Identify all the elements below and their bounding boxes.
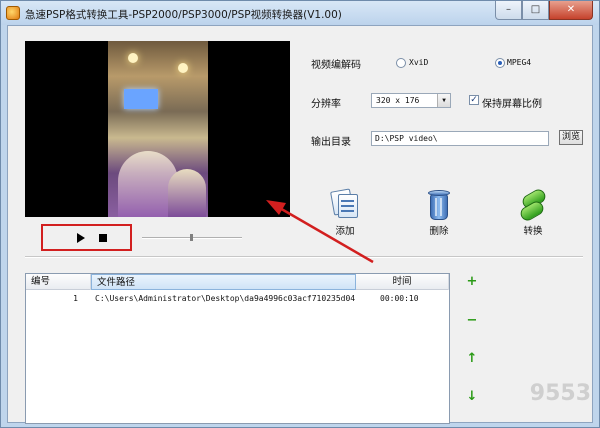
output-dir-label: 输出目录 xyxy=(311,137,351,148)
window-controls: – □ ✕ xyxy=(495,1,593,20)
main-panel: 视频编解码 XviD MPEG4 分辨率 320 x 176 ▼ ✓ 保持屏幕比… xyxy=(7,25,593,424)
convert-button-label: 转换 xyxy=(523,226,543,237)
codec-radio-mpeg4[interactable] xyxy=(495,58,505,68)
resolution-select[interactable]: 320 x 176 ▼ xyxy=(371,93,451,108)
browse-button[interactable]: 浏览 xyxy=(559,130,583,145)
add-button-label: 添加 xyxy=(335,226,355,237)
seek-slider[interactable] xyxy=(142,234,242,241)
close-button[interactable]: ✕ xyxy=(549,1,593,20)
minimize-button[interactable]: – xyxy=(495,1,522,20)
arrow-down-icon[interactable]: ↓ xyxy=(466,390,478,403)
add-file-icon xyxy=(328,188,362,222)
window-title: 急速PSP格式转换工具-PSP2000/PSP3000/PSP视频转换器(V1.… xyxy=(25,9,342,21)
app-window: 急速PSP格式转换工具-PSP2000/PSP3000/PSP视频转换器(V1.… xyxy=(0,0,600,428)
codec-option-mpeg4: MPEG4 xyxy=(507,58,532,67)
keep-ratio-checkbox[interactable]: ✓ xyxy=(469,95,479,105)
seek-thumb[interactable] xyxy=(190,234,193,241)
watermark-logo: 9553 xyxy=(529,381,591,406)
delete-button[interactable]: 删除 xyxy=(417,188,461,237)
convert-icon xyxy=(516,186,550,224)
stop-icon[interactable] xyxy=(99,234,107,242)
convert-button[interactable]: 转换 xyxy=(511,186,555,237)
column-header-index[interactable]: 编号 xyxy=(26,274,91,290)
column-header-path[interactable]: 文件路径 xyxy=(91,274,356,290)
add-button[interactable]: 添加 xyxy=(323,188,367,237)
arrow-up-icon[interactable]: ↑ xyxy=(466,352,478,365)
codec-radio-xvid[interactable] xyxy=(396,58,406,68)
plus-icon[interactable]: + xyxy=(466,275,478,288)
trash-icon xyxy=(422,188,456,222)
output-dir-field[interactable]: D:\PSP video\ xyxy=(371,131,549,146)
codec-label: 视频编解码 xyxy=(311,60,361,71)
app-icon xyxy=(6,6,20,20)
frame-light-icon xyxy=(178,63,188,73)
keep-ratio-label: 保持屏幕比例 xyxy=(482,99,542,110)
row-index: 1 xyxy=(73,294,78,303)
title-bar[interactable]: 急速PSP格式转换工具-PSP2000/PSP3000/PSP视频转换器(V1.… xyxy=(1,1,599,25)
delete-button-label: 删除 xyxy=(429,226,449,237)
play-icon[interactable] xyxy=(77,233,85,243)
row-time: 00:00:10 xyxy=(380,294,419,303)
resolution-label: 分辨率 xyxy=(311,99,341,110)
resolution-value: 320 x 176 xyxy=(376,96,420,105)
video-frame-image xyxy=(108,41,208,217)
playback-controls xyxy=(41,224,132,251)
frame-light-icon xyxy=(128,53,138,63)
maximize-button[interactable]: □ xyxy=(522,1,549,20)
section-divider xyxy=(25,256,583,258)
video-preview xyxy=(25,41,290,217)
chevron-down-icon[interactable]: ▼ xyxy=(437,94,450,107)
file-list-header: 编号 文件路径 时间 xyxy=(26,274,449,290)
minus-icon[interactable]: − xyxy=(466,314,478,327)
frame-chair xyxy=(168,169,206,217)
frame-screen xyxy=(124,89,158,109)
row-path: C:\Users\Administrator\Desktop\da9a4996c… xyxy=(95,294,355,303)
table-row[interactable]: 1 C:\Users\Administrator\Desktop\da9a499… xyxy=(26,292,449,306)
codec-option-xvid: XviD xyxy=(409,58,429,67)
file-list[interactable]: 编号 文件路径 时间 1 C:\Users\Administrator\Desk… xyxy=(25,273,450,424)
column-header-time[interactable]: 时间 xyxy=(356,274,449,290)
